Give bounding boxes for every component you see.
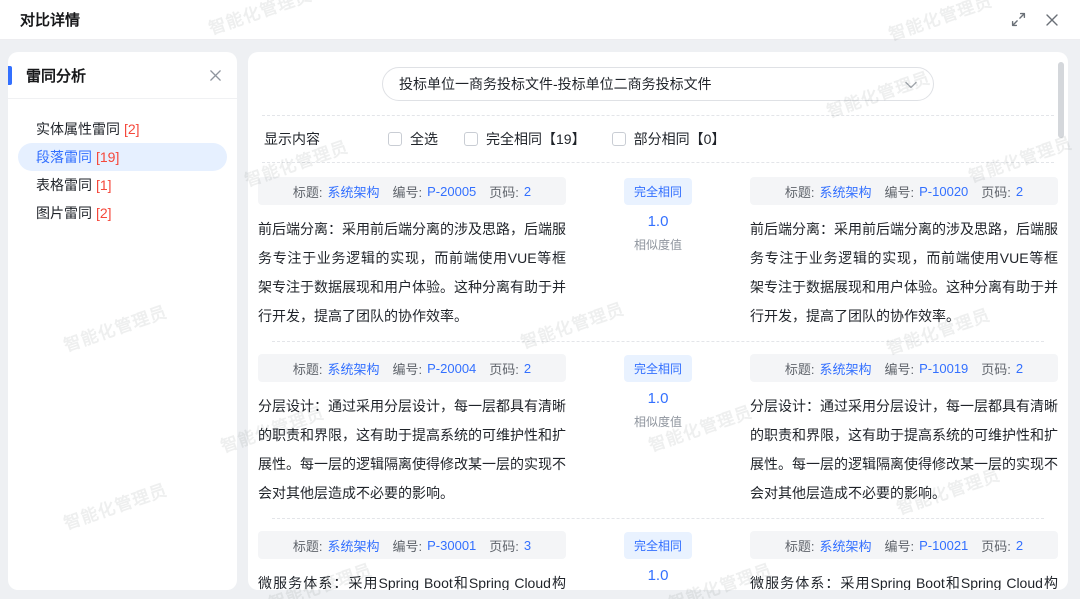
page-title: 对比详情 [20, 9, 80, 30]
similarity-indicator: 完全相同 1.0 相似度值 [566, 177, 750, 331]
right-paragraph: 标题:系统架构 编号:P-10019 页码:2 分层设计：通过采用分层设计，每一… [750, 354, 1058, 508]
paragraph-page-link[interactable]: 2 [1016, 184, 1023, 199]
paragraph-text: 微服务体系：采用Spring Boot和Spring Cloud构建微服务体系，… [750, 569, 1058, 590]
checkbox-fully-identical[interactable]: 完全相同【19】 [464, 129, 586, 149]
paragraph-page-link[interactable]: 2 [1016, 361, 1023, 376]
checkbox-partially-identical[interactable]: 部分相同【0】 [612, 129, 726, 149]
menu-item-label: 表格雷同 [36, 177, 92, 193]
sidebar-title: 雷同分析 [26, 65, 86, 86]
paragraph-page-link[interactable]: 3 [524, 538, 531, 553]
paragraph-title-link[interactable]: 系统架构 [819, 536, 871, 555]
menu-item-count: [19] [96, 149, 119, 165]
left-paragraph: 标题:系统架构 编号:P-20005 页码:2 前后端分离：采用前后端分离的涉及… [258, 177, 566, 331]
paragraph-number-link[interactable]: P-20004 [427, 361, 476, 376]
scrollbar-thumb[interactable] [1058, 62, 1064, 138]
checkbox-label: 完全相同【19】 [486, 129, 586, 149]
right-paragraph: 标题:系统架构 编号:P-10021 页码:2 微服务体系：采用Spring B… [750, 531, 1058, 590]
paragraph-number-link[interactable]: P-10019 [919, 361, 968, 376]
accent-bar [8, 66, 12, 85]
paragraph-text: 微服务体系：采用Spring Boot和Spring Cloud构建微服务体系，… [258, 569, 566, 590]
sidebar-item-entity-attribute[interactable]: 实体属性雷同[2] [18, 115, 227, 143]
comparison-detail-panel: 投标单位一商务投标文件-投标单位二商务投标文件 显示内容 全选 完全相同【19】… [248, 52, 1068, 590]
paragraph-title-link[interactable]: 系统架构 [327, 182, 379, 201]
comparison-row: 标题:系统架构 编号:P-20004 页码:2 分层设计：通过采用分层设计，每一… [258, 342, 1058, 518]
left-paragraph: 标题:系统架构 编号:P-30001 页码:3 微服务体系：采用Spring B… [258, 531, 566, 590]
paragraph-page-link[interactable]: 2 [524, 361, 531, 376]
checkbox-label: 全选 [410, 129, 438, 149]
similarity-score: 1.0 [648, 390, 669, 407]
paragraph-meta: 标题:系统架构 编号:P-30001 页码:3 [258, 531, 566, 559]
paragraph-title-link[interactable]: 系统架构 [327, 359, 379, 378]
paragraph-text: 前后端分离：采用前后端分离的涉及思路，后端服务专注于业务逻辑的实现，而前端使用V… [258, 215, 566, 331]
panel-close-icon[interactable] [207, 67, 223, 83]
close-icon[interactable] [1044, 12, 1060, 28]
menu-item-count: [2] [124, 121, 140, 137]
paragraph-title-link[interactable]: 系统架构 [327, 536, 379, 555]
paragraph-number-link[interactable]: P-30001 [427, 538, 476, 553]
left-paragraph: 标题:系统架构 编号:P-20004 页码:2 分层设计：通过采用分层设计，每一… [258, 354, 566, 508]
menu-item-label: 段落雷同 [36, 149, 92, 165]
paragraph-meta: 标题:系统架构 编号:P-10020 页码:2 [750, 177, 1058, 205]
menu-item-count: [2] [96, 205, 112, 221]
paragraph-meta: 标题:系统架构 编号:P-10019 页码:2 [750, 354, 1058, 382]
paragraph-number-link[interactable]: P-20005 [427, 184, 476, 199]
sidebar-item-table[interactable]: 表格雷同[1] [18, 171, 227, 199]
window-titlebar: 对比详情 [0, 0, 1080, 40]
comparison-row: 标题:系统架构 编号:P-20005 页码:2 前后端分离：采用前后端分离的涉及… [258, 165, 1058, 341]
similarity-indicator: 完全相同 1.0 相似度值 [566, 354, 750, 508]
paragraph-meta: 标题:系统架构 编号:P-20004 页码:2 [258, 354, 566, 382]
similarity-score: 1.0 [648, 567, 669, 584]
document-pair-select[interactable]: 投标单位一商务投标文件-投标单位二商务投标文件 [382, 67, 934, 101]
menu-item-count: [1] [96, 177, 112, 193]
paragraph-number-link[interactable]: P-10021 [919, 538, 968, 553]
paragraph-meta: 标题:系统架构 编号:P-20005 页码:2 [258, 177, 566, 205]
chevron-down-icon [905, 76, 917, 92]
similarity-score-label: 相似度值 [634, 236, 682, 253]
paragraph-meta: 标题:系统架构 编号:P-10021 页码:2 [750, 531, 1058, 559]
similarity-type-menu: 实体属性雷同[2] 段落雷同[19] 表格雷同[1] 图片雷同[2] [8, 99, 237, 243]
expand-icon[interactable] [1010, 12, 1026, 28]
checkbox-select-all[interactable]: 全选 [388, 129, 438, 149]
sidebar-item-image[interactable]: 图片雷同[2] [18, 199, 227, 227]
document-pair-value: 投标单位一商务投标文件-投标单位二商务投标文件 [399, 74, 712, 94]
checkbox-icon [464, 132, 478, 146]
filter-label: 显示内容 [264, 129, 320, 149]
similarity-analysis-panel: 雷同分析 实体属性雷同[2] 段落雷同[19] 表格雷同[1] 图片雷同[2] [8, 52, 237, 590]
checkbox-icon [388, 132, 402, 146]
comparison-rows: 标题:系统架构 编号:P-20005 页码:2 前后端分离：采用前后端分离的涉及… [248, 163, 1068, 590]
paragraph-page-link[interactable]: 2 [524, 184, 531, 199]
match-type-badge: 完全相同 [624, 355, 692, 382]
right-paragraph: 标题:系统架构 编号:P-10020 页码:2 前后端分离：采用前后端分离的涉及… [750, 177, 1058, 331]
paragraph-text: 分层设计：通过采用分层设计，每一层都具有清晰的职责和界限，这有助于提高系统的可维… [750, 392, 1058, 508]
similarity-indicator: 完全相同 1.0 相似度值 [566, 531, 750, 590]
match-type-badge: 完全相同 [624, 532, 692, 559]
sidebar-item-paragraph[interactable]: 段落雷同[19] [18, 143, 227, 171]
paragraph-title-link[interactable]: 系统架构 [819, 182, 871, 201]
similarity-score-label: 相似度值 [634, 413, 682, 430]
display-content-filter: 显示内容 全选 完全相同【19】 部分相同【0】 [248, 116, 1068, 162]
comparison-row: 标题:系统架构 编号:P-30001 页码:3 微服务体系：采用Spring B… [258, 519, 1058, 590]
checkbox-label: 部分相同【0】 [634, 129, 726, 149]
checkbox-icon [612, 132, 626, 146]
paragraph-page-link[interactable]: 2 [1016, 538, 1023, 553]
paragraph-title-link[interactable]: 系统架构 [819, 359, 871, 378]
paragraph-text: 前后端分离：采用前后端分离的涉及思路，后端服务专注于业务逻辑的实现，而前端使用V… [750, 215, 1058, 331]
similarity-score: 1.0 [648, 213, 669, 230]
menu-item-label: 实体属性雷同 [36, 121, 120, 137]
paragraph-text: 分层设计：通过采用分层设计，每一层都具有清晰的职责和界限，这有助于提高系统的可维… [258, 392, 566, 508]
menu-item-label: 图片雷同 [36, 205, 92, 221]
match-type-badge: 完全相同 [624, 178, 692, 205]
paragraph-number-link[interactable]: P-10020 [919, 184, 968, 199]
